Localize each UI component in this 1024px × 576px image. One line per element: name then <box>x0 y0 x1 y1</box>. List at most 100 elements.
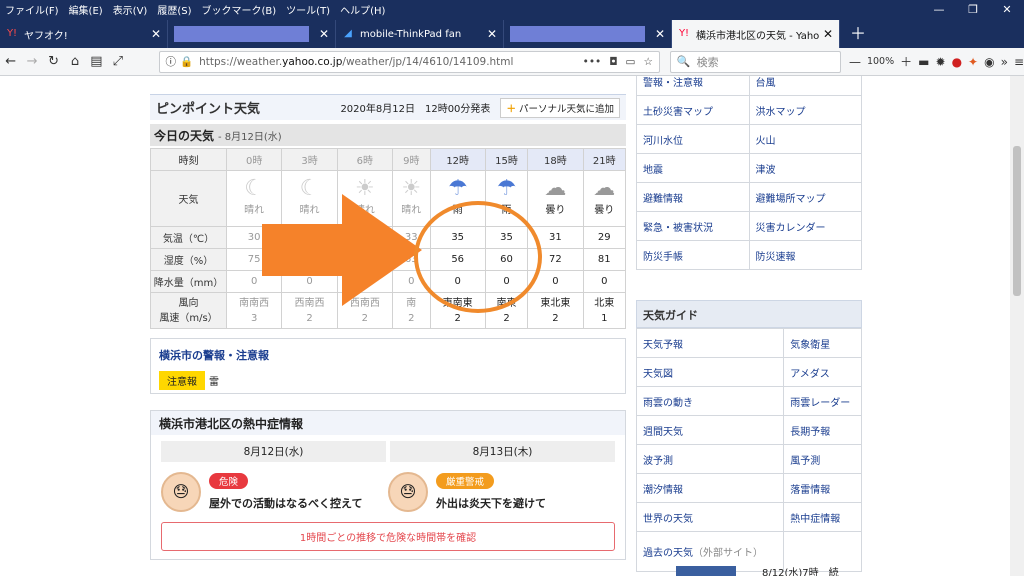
zoom-out-icon[interactable]: — <box>849 55 861 69</box>
add-personal-weather-button[interactable]: ＋ パーソナル天気に追加 <box>500 97 620 118</box>
search-input[interactable]: 🔍 検索 <box>669 50 841 73</box>
label-wind-speed: 風速（m/s） <box>159 312 218 324</box>
link-landslide-map[interactable]: 土砂災害マップ <box>636 95 750 125</box>
back-icon[interactable]: ← <box>0 54 21 69</box>
tab-redacted-1[interactable]: ✕ <box>168 20 336 48</box>
news-thumbnail[interactable] <box>676 566 736 576</box>
link-warnings[interactable]: 警報・注意報 <box>636 76 750 96</box>
label-precip: 降水量（mm） <box>150 270 227 293</box>
wind-speed: 2 <box>454 312 461 324</box>
yahoo-icon: Y! <box>6 28 18 39</box>
screen-icon[interactable]: ▬ <box>918 55 929 69</box>
wind-speed: 2 <box>306 312 313 324</box>
link-rain-movement[interactable]: 雨雲の動き <box>635 386 785 416</box>
tab-redacted-2[interactable]: ✕ <box>504 20 672 48</box>
menu-view[interactable]: 表示(V) <box>108 2 153 17</box>
link-tsunami[interactable]: 津波 <box>748 153 862 183</box>
hot-face-icon: 😓 <box>388 472 428 512</box>
reader-icon[interactable]: ▭ <box>626 56 636 68</box>
heat-dates: 8月12日(水) 8月13日(木) <box>161 441 615 462</box>
link-forecast[interactable]: 天気予報 <box>635 328 785 358</box>
link-weekly[interactable]: 週間天気 <box>635 415 785 445</box>
heatstroke-title: 横浜市港北区の熱中症情報 <box>151 411 625 435</box>
heatstroke-box: 横浜市港北区の熱中症情報 8月12日(水) 8月13日(木) 😓 危険 屋外での… <box>150 410 626 560</box>
label-wind-dir: 風向 <box>178 297 199 309</box>
pocket-icon[interactable]: ◘ <box>609 56 617 68</box>
close-icon[interactable]: ✕ <box>319 27 329 41</box>
pinpoint-title: ピンポイント天気 <box>156 102 261 117</box>
tab-yahoo-auction[interactable]: Y! ヤフオク! ✕ <box>0 20 168 48</box>
link-emergency[interactable]: 緊急・被害状況 <box>636 211 750 241</box>
link-wave[interactable]: 波予測 <box>635 444 785 474</box>
menu-edit[interactable]: 編集(E) <box>64 2 108 17</box>
hour-cell: 9時 <box>392 148 431 171</box>
forward-icon[interactable]: → <box>21 54 42 69</box>
tab-yahoo-weather[interactable]: Y! 横浜市港北区の天気 - Yahoo!天 ✕ <box>672 20 840 48</box>
link-disaster-alerts[interactable]: 防災速報 <box>748 240 862 270</box>
today-date: - 8月12日(水) <box>218 131 282 143</box>
zoom-in-icon[interactable]: ＋ <box>900 53 912 70</box>
link-lightning[interactable]: 落雷情報 <box>783 473 862 503</box>
menu-file[interactable]: ファイル(F) <box>0 2 64 17</box>
warning-title[interactable]: 横浜市の警報・注意報 <box>159 347 617 363</box>
gear-icon[interactable]: ✹ <box>936 55 946 69</box>
cloud-icon: ☁ <box>544 176 567 201</box>
link-evacuation-map[interactable]: 避難場所マップ <box>748 182 862 212</box>
scrollbar-thumb[interactable] <box>1013 146 1021 296</box>
menu-tools[interactable]: ツール(T) <box>281 2 335 17</box>
close-icon[interactable]: ✕ <box>151 27 161 41</box>
link-wind[interactable]: 風予測 <box>783 444 862 474</box>
zoom-level[interactable]: 100% <box>867 56 894 67</box>
severe-warning-badge: 厳重警戒 <box>436 473 495 489</box>
wind-speed: 3 <box>250 312 258 324</box>
link-river-level[interactable]: 河川水位 <box>636 124 750 154</box>
link-heatstroke[interactable]: 熱中症情報 <box>783 502 862 532</box>
more-icon[interactable]: ••• <box>583 56 602 68</box>
weather-guide-links: 天気予報 気象衛星 天気図 アメダス 雨雲の動き 雨雲レーダー 週間天気 長期予報 波予… <box>635 328 862 572</box>
fullscreen-icon[interactable]: ⤢ <box>107 54 128 69</box>
search-placeholder: 検索 <box>696 55 719 69</box>
link-disaster-notebook[interactable]: 防災手帳 <box>636 240 750 270</box>
link-flood-map[interactable]: 洪水マップ <box>748 95 862 125</box>
tab-thinkpad-fan[interactable]: ◢ mobile-ThinkPad fan ✕ <box>336 20 504 48</box>
page-content: ピンポイント天気 2020年8月12日 12時00分発表 ＋ パーソナル天気に追… <box>0 76 1024 576</box>
menu-history[interactable]: 履歴(S) <box>152 2 196 17</box>
heat-day: 😓 厳重警戒 外出は炎天下を避けて <box>388 472 615 512</box>
menu-bookmarks[interactable]: ブックマーク(B) <box>197 2 282 17</box>
link-earthquake[interactable]: 地震 <box>636 153 750 183</box>
link-rain-radar[interactable]: 雨雲レーダー <box>783 386 862 416</box>
extension-icon[interactable]: ✦ <box>968 55 978 69</box>
url-bar[interactable]: ⓘ 🔒 https://weather. yahoo.co.jp/weather/… <box>158 50 660 73</box>
link-volcano[interactable]: 火山 <box>748 124 862 154</box>
close-icon[interactable]: ✕ <box>823 27 833 41</box>
adblock-icon[interactable]: ● <box>952 55 962 69</box>
row-time: 時刻 0時 3時 6時 9時 12時 15時 18時 21時 <box>150 148 627 171</box>
link-typhoon[interactable]: 台風 <box>748 76 862 96</box>
tab-title: ヤフオク! <box>24 30 68 42</box>
scrollbar[interactable] <box>1010 76 1024 576</box>
reload-icon[interactable]: ↻ <box>43 54 64 69</box>
link-amedas[interactable]: アメダス <box>783 357 862 387</box>
info-icon[interactable]: ⓘ <box>166 54 177 69</box>
bookmark-star-icon[interactable]: ☆ <box>643 56 652 68</box>
disaster-links: 警報・注意報 台風 土砂災害マップ 洪水マップ 河川水位 火山 地震 津波 避難情報 避難… <box>636 76 862 270</box>
overflow-icon[interactable]: » <box>1001 55 1008 69</box>
link-disaster-calendar[interactable]: 災害カレンダー <box>748 211 862 241</box>
link-long-range[interactable]: 長期予報 <box>783 415 862 445</box>
menu-help[interactable]: ヘルプ(H) <box>335 2 390 17</box>
hour-cell: 21時 <box>582 148 627 171</box>
link-world[interactable]: 世界の天気 <box>635 502 785 532</box>
home-icon[interactable]: ⌂ <box>64 54 85 69</box>
new-tab-button[interactable]: ＋ <box>840 20 876 48</box>
close-icon[interactable]: ✕ <box>487 27 497 41</box>
news-headline[interactable]: 8/12(水)7時 続 <box>762 564 839 576</box>
account-icon[interactable]: ◉ <box>984 55 994 69</box>
close-icon[interactable]: ✕ <box>655 27 665 41</box>
hourly-heat-button[interactable]: 1時間ごとの推移で危険な時間帯を確認 <box>161 522 615 551</box>
link-tide[interactable]: 潮汐情報 <box>635 473 785 503</box>
link-satellite[interactable]: 気象衛星 <box>783 328 862 358</box>
hamburger-menu-icon[interactable]: ≡ <box>1014 55 1024 69</box>
link-evacuation[interactable]: 避難情報 <box>636 182 750 212</box>
library-icon[interactable]: ▤ <box>86 54 107 69</box>
link-weather-map[interactable]: 天気図 <box>635 357 785 387</box>
